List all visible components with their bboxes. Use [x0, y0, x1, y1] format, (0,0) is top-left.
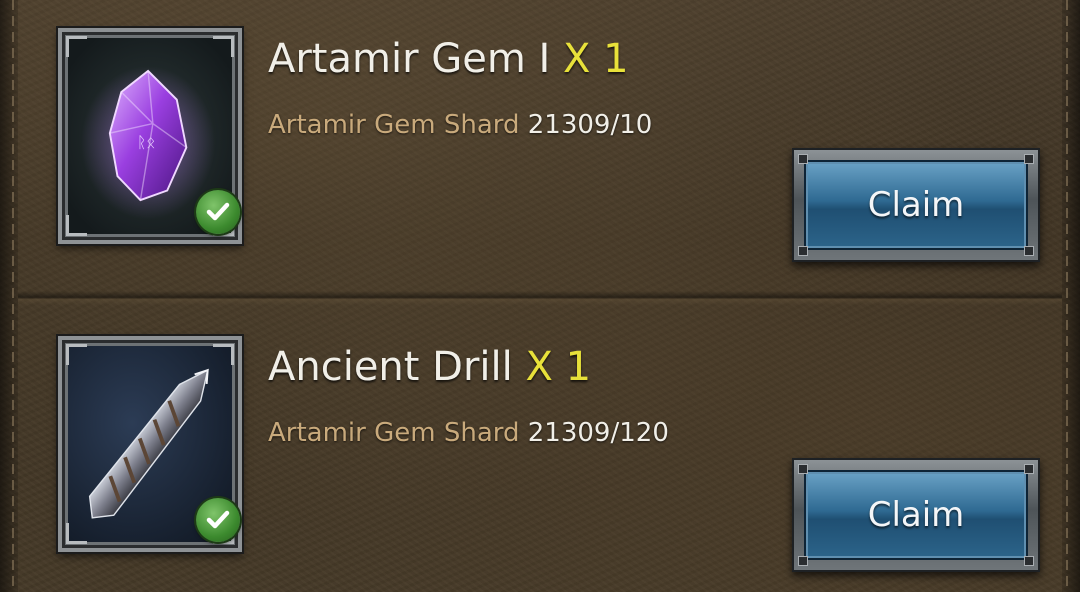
requirement-line: Artamir Gem Shard 21309/10 — [268, 110, 652, 140]
bolt-icon — [1024, 246, 1034, 256]
reward-row-artamir-gem: ᚱᛟ Artamir Gem I X 1 Artamir Gem Shard 2… — [0, 0, 1080, 296]
bolt-icon — [798, 154, 808, 164]
requirement-name: Artamir Gem Shard — [268, 110, 520, 140]
item-title: Artamir Gem I X 1 — [268, 36, 629, 82]
rewards-panel: ᚱᛟ Artamir Gem I X 1 Artamir Gem Shard 2… — [0, 0, 1080, 592]
claim-button-face[interactable]: Claim — [804, 160, 1028, 250]
item-title: Ancient Drill X 1 — [268, 344, 591, 390]
item-quantity: X 1 — [563, 36, 629, 82]
bolt-icon — [1024, 556, 1034, 566]
item-name: Ancient Drill — [268, 344, 513, 390]
requirement-count: 21309/120 — [527, 418, 669, 448]
bolt-icon — [798, 556, 808, 566]
claim-button[interactable]: Claim — [792, 458, 1040, 572]
bolt-icon — [798, 464, 808, 474]
requirement-line: Artamir Gem Shard 21309/120 — [268, 418, 669, 448]
frame-corner — [213, 344, 234, 365]
frame-corner — [66, 36, 87, 57]
checkmark-icon — [196, 190, 240, 234]
bolt-icon — [798, 246, 808, 256]
bolt-icon — [1024, 464, 1034, 474]
frame-corner — [66, 523, 87, 544]
frame-corner — [66, 344, 87, 365]
requirement-count: 21309/10 — [527, 110, 653, 140]
svg-text:ᚱᛟ: ᚱᛟ — [137, 133, 155, 151]
requirement-name: Artamir Gem Shard — [268, 418, 520, 448]
claim-button-face[interactable]: Claim — [804, 470, 1028, 560]
claim-button[interactable]: Claim — [792, 148, 1040, 262]
claim-button-label: Claim — [867, 185, 965, 225]
checkmark-icon — [196, 498, 240, 542]
frame-corner — [213, 36, 234, 57]
item-name: Artamir Gem I — [268, 36, 551, 82]
frame-corner — [66, 215, 87, 236]
item-quantity: X 1 — [525, 344, 592, 390]
claim-button-label: Claim — [867, 495, 965, 535]
reward-row-ancient-drill: Ancient Drill X 1 Artamir Gem Shard 2130… — [0, 308, 1080, 592]
bolt-icon — [1024, 154, 1034, 164]
row-divider — [18, 291, 1062, 305]
